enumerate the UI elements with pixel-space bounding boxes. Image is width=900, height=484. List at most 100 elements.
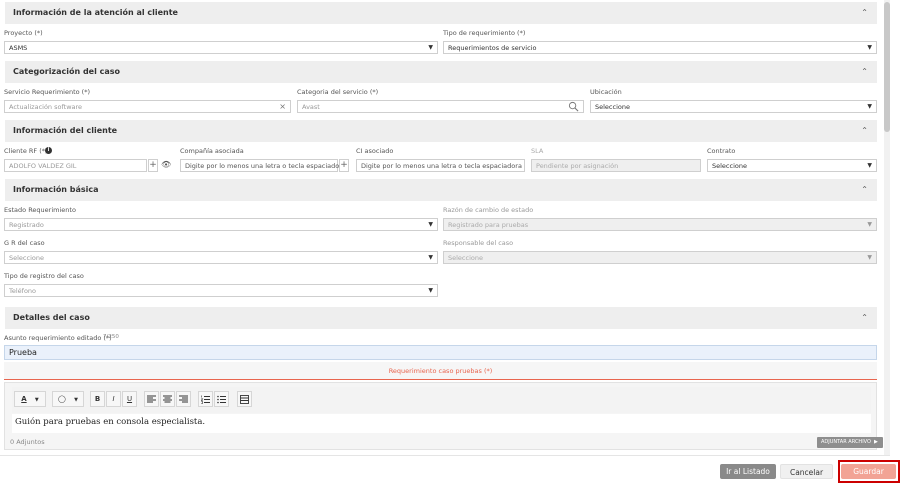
scrollbar-thumb[interactable] [884,2,890,132]
servicio-input[interactable]: Actualización software × [4,100,291,113]
categoria-label: Categoria del servicio (*) [297,88,379,96]
ordered-list-button[interactable] [198,391,213,407]
razon-label: Razón de cambio de estado [443,206,534,214]
section-title: Detalles del caso [13,313,90,322]
contrato-value: Seleccione [712,162,747,170]
unordered-list-button[interactable] [214,391,229,407]
cliente-label: Cliente RF (*) [4,147,48,155]
section-atencion[interactable]: Información de la atención al cliente ⌃ [5,2,877,24]
proyecto-label: Proyecto (*) [4,29,43,37]
compania-label: Compañía asociada [180,147,244,155]
dropdown-arrow-icon: ▼ [867,162,872,169]
align-left-icon [147,395,156,403]
font-color-button[interactable]: A ▼ [14,391,46,407]
italic-button[interactable]: I [106,391,121,407]
ir-listado-button[interactable]: Ir al Listado [720,464,776,479]
search-icon[interactable] [568,101,579,112]
dropdown-arrow-icon: ▼ [867,254,872,261]
editor-text: Guión para pruebas en consola especialis… [15,417,206,427]
gr-value: Seleccione [9,254,44,262]
tipo-requerimiento-label: Tipo de requerimiento (*) [443,29,526,37]
droplet-icon: ◯ [58,395,66,403]
align-right-icon [179,395,188,403]
unordered-list-icon [217,395,226,404]
gr-select[interactable]: Seleccione ▼ [4,251,438,264]
editor-toolbar [12,387,871,413]
section-basica[interactable]: Información básica ⌃ [5,179,877,201]
footer-divider [0,455,890,456]
section-categorizacion[interactable]: Categorización del caso ⌃ [5,61,877,83]
section-title: Información del cliente [13,126,118,135]
ci-input[interactable]: Digite por lo menos una letra o tecla es… [356,159,525,172]
insert-table-button[interactable] [237,391,252,407]
responsable-select: Seleccione ▼ [443,251,877,264]
guardar-button[interactable]: Guardar [841,464,896,479]
proyecto-select[interactable]: ASMS ▼ [4,41,438,54]
sla-placeholder: Pendiente por asignación [536,162,619,170]
info-icon[interactable]: i [45,147,52,154]
adjuntos-count: 0 Adjuntos [10,438,45,446]
editor-content[interactable]: Guión para pruebas en consola especialis… [12,414,871,433]
contrato-label: Contrato [707,147,736,155]
align-center-icon [163,395,172,403]
descripcion-header: Requerimiento caso pruebas (*) [4,362,877,380]
align-left-button[interactable] [144,391,159,407]
section-cliente[interactable]: Información del cliente ⌃ [5,120,877,142]
font-color-label: A [21,395,27,403]
cliente-input[interactable]: ADOLFO VALDEZ GIL [4,159,147,172]
eye-icon[interactable]: 👁 [161,160,171,169]
chevron-up-icon[interactable]: ⌃ [861,313,868,322]
align-center-button[interactable] [160,391,175,407]
bold-label: B [94,395,101,403]
align-right-button[interactable] [176,391,191,407]
dropdown-arrow-icon: ▼ [428,287,433,294]
razon-value: Registrado para pruebas [448,221,529,229]
bold-button[interactable]: B [90,391,105,407]
adjuntar-label: ADJUNTAR ARCHIVO [821,439,871,445]
sla-input: Pendiente por asignación [531,159,701,172]
section-title: Información básica [13,185,99,194]
asunto-counter: 7/250 [103,334,119,340]
dropdown-arrow-icon: ▼ [74,397,78,403]
underline-button[interactable]: U [122,391,137,407]
tipo-registro-value: Teléfono [9,287,37,295]
italic-label: I [112,395,115,403]
highlight-color-button[interactable]: ◯ ▼ [52,391,84,407]
asunto-input[interactable]: Prueba [4,345,877,360]
razon-select: Registrado para pruebas ▼ [443,218,877,231]
categoria-input[interactable]: Avast [297,100,584,113]
ubicacion-value: Seleccione [595,103,630,111]
dropdown-arrow-icon: ▼ [34,397,39,403]
chevron-up-icon[interactable]: ⌃ [861,185,868,194]
adjuntar-archivo-button[interactable]: ADJUNTAR ARCHIVO ▶ [817,437,883,448]
tipo-requerimiento-select[interactable]: Requerimientos de servicio ▼ [443,41,877,54]
clear-icon[interactable]: × [279,102,286,111]
add-cliente-button[interactable]: + [148,159,158,172]
ci-placeholder: Digite por lo menos una letra o tecla es… [361,162,522,170]
tipo-registro-select[interactable]: Teléfono ▼ [4,284,438,297]
responsable-label: Responsable del caso [443,239,514,247]
chevron-up-icon[interactable]: ⌃ [861,67,868,76]
dropdown-arrow-icon: ▼ [867,221,872,228]
estado-select[interactable]: Registrado ▼ [4,218,438,231]
add-compania-button[interactable]: + [339,159,349,172]
dropdown-arrow-icon: ▼ [428,221,433,228]
compania-input[interactable]: Digite por lo menos una letra o tecla es… [180,159,346,172]
dropdown-arrow-icon: ▼ [428,254,433,261]
sla-label: SLA [531,147,544,155]
servicio-label: Servicio Requerimiento (*) [4,88,90,96]
dropdown-arrow-icon: ▼ [867,44,872,51]
dropdown-arrow-icon: ▼ [428,44,433,51]
cancelar-button[interactable]: Cancelar [780,464,833,479]
contrato-select[interactable]: Seleccione ▼ [707,159,877,172]
section-title: Categorización del caso [13,67,121,76]
chevron-up-icon[interactable]: ⌃ [861,126,868,135]
chevron-up-icon[interactable]: ⌃ [861,8,868,17]
tipo-requerimiento-value: Requerimientos de servicio [448,44,537,52]
ordered-list-icon [200,395,210,404]
section-detalles[interactable]: Detalles del caso ⌃ [5,307,877,329]
ubicacion-select[interactable]: Seleccione ▼ [590,100,877,113]
gr-label: G R del caso [4,239,45,247]
tipo-registro-label: Tipo de registro del caso [4,272,84,280]
responsable-value: Seleccione [448,254,483,262]
